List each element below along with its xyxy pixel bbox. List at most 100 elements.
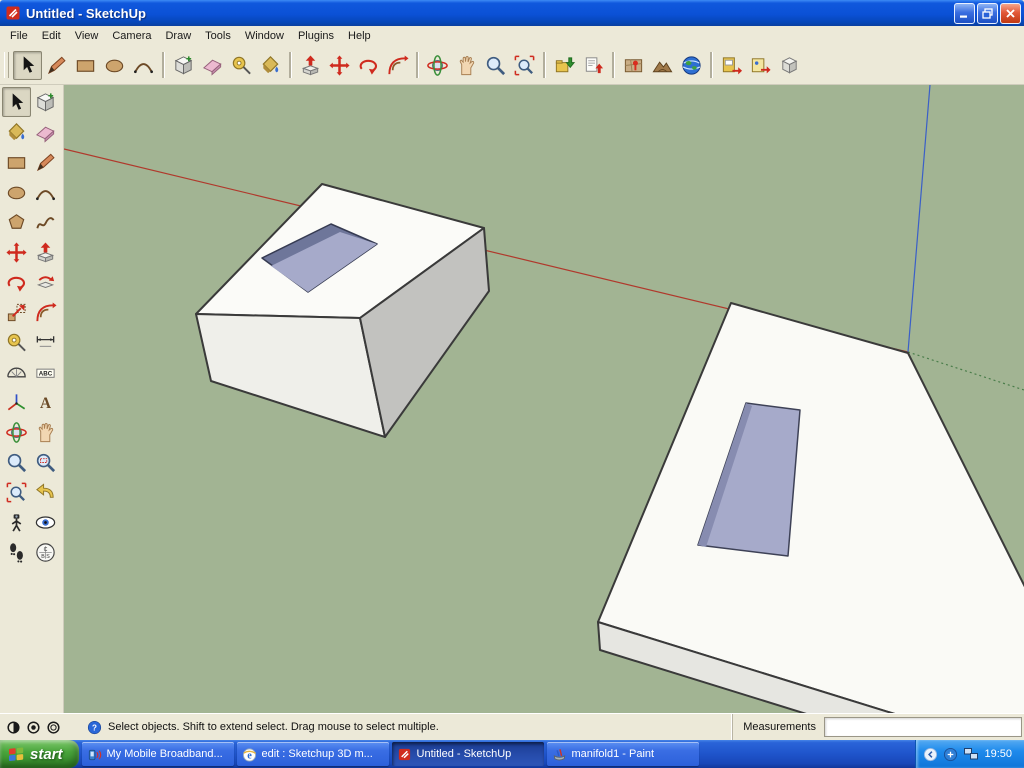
select-tool-button[interactable] (13, 50, 42, 80)
menu-plugins[interactable]: Plugins (291, 27, 341, 45)
menu-tools[interactable]: Tools (198, 27, 238, 45)
arc-icon (134, 62, 153, 73)
menu-help[interactable]: Help (341, 27, 378, 45)
line-icon (36, 153, 55, 171)
eraser-tool-button[interactable] (31, 117, 60, 147)
model-canvas[interactable] (64, 85, 1024, 713)
tray-network-icon[interactable] (963, 747, 979, 761)
zoom-window-tool-button[interactable] (31, 447, 60, 477)
minimize-button[interactable] (954, 2, 975, 24)
start-button[interactable]: start (0, 740, 79, 768)
toolbar-separator (162, 52, 165, 78)
select-tool-button[interactable] (2, 87, 31, 117)
pan-tool-button[interactable] (452, 51, 481, 80)
share-models-tool-button[interactable] (579, 51, 608, 80)
push-pull-tool-button[interactable] (31, 237, 60, 267)
orbit-tool-button[interactable] (423, 51, 452, 80)
tray-collapse-chevron-icon[interactable] (923, 747, 938, 762)
walk-tool-button[interactable] (2, 537, 31, 567)
measurements-input[interactable] (824, 717, 1022, 737)
taskbar-task-sketchup[interactable]: Untitled - SketchUp (391, 742, 544, 766)
taskbar-task-broadband[interactable]: My Mobile Broadband... (81, 742, 234, 766)
section-plane-tool-button[interactable]: CB S (31, 537, 60, 567)
taskbar-task-ie[interactable]: e edit : Sketchup 3D m... (236, 742, 389, 766)
system-tray: 19:50 (915, 740, 1024, 768)
tape-measure-tool-button[interactable] (2, 327, 31, 357)
menu-edit[interactable]: Edit (35, 27, 68, 45)
menu-window[interactable]: Window (238, 27, 291, 45)
move-tool-button[interactable] (325, 51, 354, 80)
rotate-tool-button[interactable] (354, 51, 383, 80)
restore-button[interactable] (977, 2, 998, 24)
push-pull-tool-button[interactable] (296, 51, 325, 80)
make-component-tool-button[interactable] (31, 87, 60, 117)
zoom-extents-tool-button[interactable] (510, 51, 539, 80)
previous-tool-button[interactable] (31, 477, 60, 507)
viewport[interactable] (64, 85, 1024, 713)
model-info-tool-button[interactable] (775, 51, 804, 80)
circle-tool-button[interactable] (2, 177, 31, 207)
tray-connection-icon[interactable] (943, 747, 958, 762)
offset-tool-button[interactable] (31, 297, 60, 327)
scale-tool-button[interactable] (2, 297, 31, 327)
rotate-tool-button[interactable] (2, 267, 31, 297)
select-icon (12, 92, 24, 110)
zoom-extents-tool-button[interactable] (2, 477, 31, 507)
sketchup-app-icon-glyph (6, 6, 20, 20)
zoom-tool-button[interactable] (481, 51, 510, 80)
follow-me-tool-button[interactable] (31, 267, 60, 297)
rectangle-tool-button[interactable] (2, 147, 31, 177)
tape-measure-tool-button[interactable] (227, 51, 256, 80)
close-button[interactable] (1000, 2, 1021, 24)
get-models-tool-button[interactable] (550, 51, 579, 80)
offset-tool-button[interactable] (383, 51, 412, 80)
select-icon (23, 55, 35, 73)
toolbar-drag-handle[interactable] (4, 52, 9, 78)
add-location-tool-button[interactable] (619, 51, 648, 80)
send-to-layout-tool-button[interactable] (717, 51, 746, 80)
google-earth-tool-button[interactable] (677, 51, 706, 80)
paint-bucket-tool-button[interactable] (256, 51, 285, 80)
menu-draw[interactable]: Draw (158, 27, 198, 45)
toolbar-separator (289, 52, 292, 78)
titlebar[interactable]: Untitled - SketchUp (0, 0, 1024, 26)
line-tool-button[interactable] (42, 51, 71, 80)
rectangle-tool-button[interactable] (71, 51, 100, 80)
polygon-icon (8, 213, 25, 229)
connection-icon (944, 747, 958, 761)
circle-tool-button[interactable] (100, 51, 129, 80)
look-around-tool-button[interactable] (31, 507, 60, 537)
make-component-tool-button[interactable] (169, 51, 198, 80)
status-circle-icon-3[interactable] (46, 720, 61, 735)
move-tool-button[interactable] (2, 237, 31, 267)
freehand-tool-button[interactable] (31, 207, 60, 237)
status-circle-icon-2[interactable] (26, 720, 41, 735)
menu-file[interactable]: File (3, 27, 35, 45)
polygon-tool-button[interactable] (2, 207, 31, 237)
arc-tool-button[interactable] (31, 177, 60, 207)
toggle-terrain-tool-button[interactable] (648, 51, 677, 80)
menu-view[interactable]: View (68, 27, 106, 45)
zoom-tool-button[interactable] (2, 447, 31, 477)
3d-text-tool-button[interactable]: A (31, 387, 60, 417)
help-icon[interactable]: ? (87, 720, 102, 735)
export-image-tool-button[interactable] (746, 51, 775, 80)
status-circle-icon-1[interactable] (6, 720, 21, 735)
protractor-tool-button[interactable] (2, 357, 31, 387)
text-tool-button[interactable]: ABC (31, 357, 60, 387)
axes-tool-button[interactable] (2, 387, 31, 417)
paint-bucket-tool-button[interactable] (2, 117, 31, 147)
eraser-tool-button[interactable] (198, 51, 227, 80)
pan-tool-button[interactable] (31, 417, 60, 447)
clock[interactable]: 19:50 (984, 748, 1012, 760)
box-front-left-face[interactable] (195, 313, 386, 438)
line-tool-button[interactable] (31, 147, 60, 177)
dimension-tool-button[interactable] (31, 327, 60, 357)
orbit-tool-button[interactable] (2, 417, 31, 447)
google-earth-icon (682, 55, 701, 75)
taskbar-task-paint[interactable]: manifold1 - Paint (546, 742, 699, 766)
position-camera-tool-button[interactable] (2, 507, 31, 537)
menu-camera[interactable]: Camera (105, 27, 158, 45)
chevron-left-icon (924, 747, 938, 761)
arc-tool-button[interactable] (129, 51, 158, 80)
